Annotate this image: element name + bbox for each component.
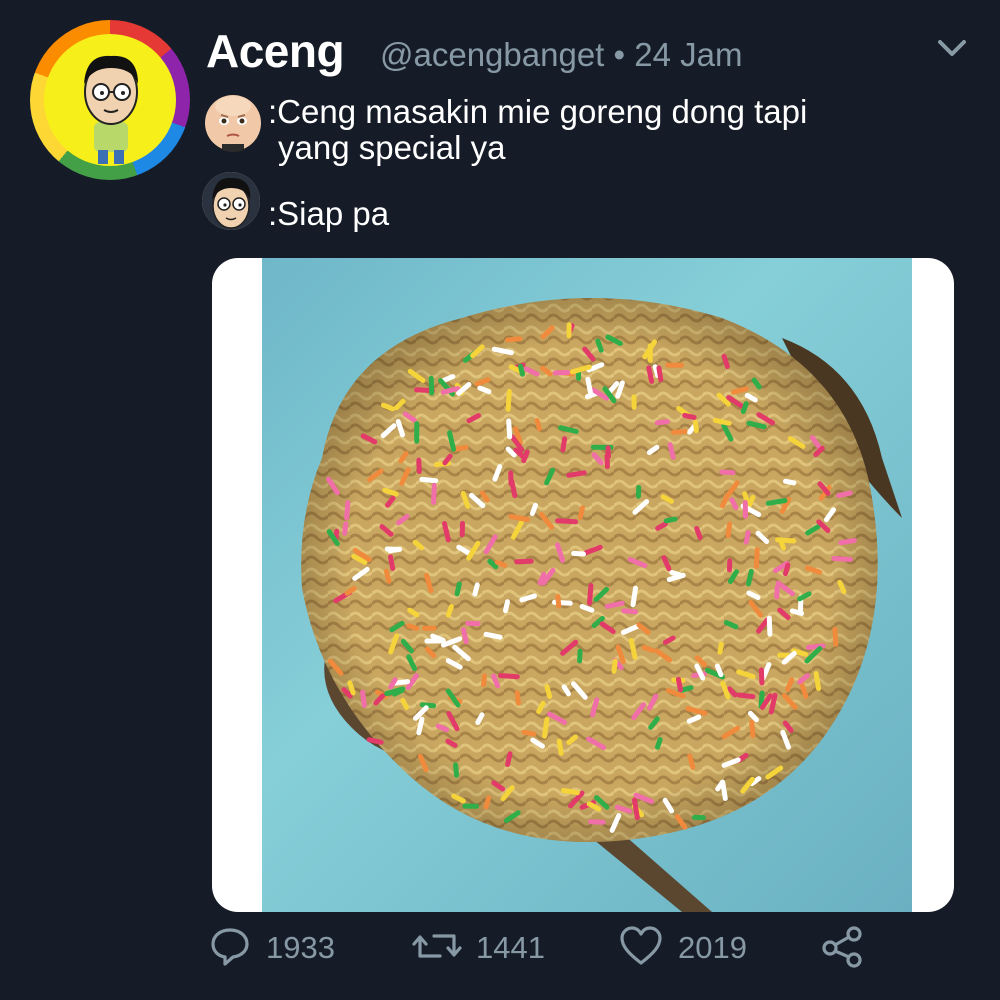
share-button[interactable] <box>820 922 866 974</box>
boss-baby-avatar-icon <box>204 94 262 152</box>
tweet-card: Aceng @acengbanget • 24 Jam :Ceng masaki… <box>0 0 1000 1000</box>
retweet-icon <box>412 924 462 973</box>
author-handle-and-time[interactable]: @acengbanget • 24 Jam <box>380 36 742 74</box>
author-avatar[interactable] <box>30 20 190 180</box>
tweet-actions-bar: 1933 1441 2019 <box>208 922 908 974</box>
share-icon <box>820 924 866 973</box>
tweet-text-line-2: yang special ya <box>278 129 506 166</box>
heart-icon <box>618 924 664 973</box>
like-count: 2019 <box>678 930 747 965</box>
tweet-time[interactable]: 24 Jam <box>634 36 742 73</box>
comment-bubble-icon <box>208 924 252 973</box>
tweet-text-line-1: :Ceng masakin mie goreng dong tapi <box>268 93 808 130</box>
separator-dot: • <box>613 36 626 73</box>
author-name[interactable]: Aceng <box>206 24 345 78</box>
like-button[interactable]: 2019 <box>618 922 747 974</box>
reply-count: 1933 <box>266 930 335 965</box>
tweet-photo[interactable] <box>212 258 954 912</box>
cartoon-guy-avatar-icon <box>202 172 260 230</box>
author-handle[interactable]: @acengbanget <box>380 36 604 73</box>
retweet-count: 1441 <box>476 930 545 965</box>
fried-noodles-with-sprinkles-image <box>262 258 912 912</box>
retweet-button[interactable]: 1441 <box>412 922 545 974</box>
tweet-text-line-3: :Siap pa <box>268 195 390 232</box>
chevron-down-icon[interactable] <box>930 26 974 70</box>
cartoon-avatar-image <box>44 34 176 166</box>
reply-button[interactable]: 1933 <box>208 922 335 974</box>
